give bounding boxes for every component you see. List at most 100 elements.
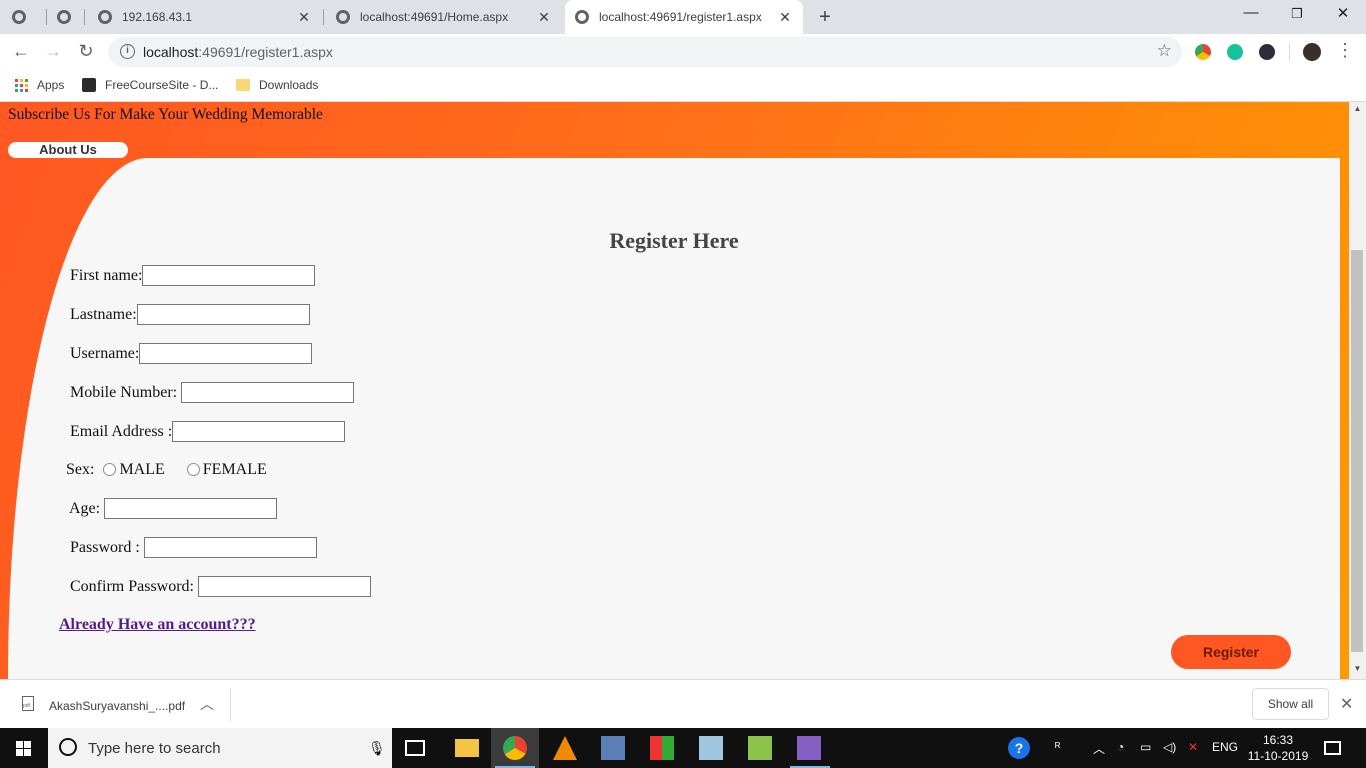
scroll-down-arrow-icon[interactable]: ▼ xyxy=(1349,664,1366,673)
email-label: Email Address : xyxy=(70,422,173,440)
close-icon[interactable]: ✕ xyxy=(536,9,552,26)
address-bar[interactable]: i localhost:49691/register1.aspx ☆ xyxy=(108,37,1182,67)
minimize-button[interactable]: — xyxy=(1241,4,1261,21)
confirm-password-input[interactable] xyxy=(198,576,371,597)
bookmark-apps[interactable]: Apps xyxy=(15,78,64,92)
page-scrollbar[interactable]: ▲ ▼ xyxy=(1349,102,1366,679)
extension-icon-1[interactable] xyxy=(1195,44,1211,60)
download-file-name[interactable]: AkashSuryavanshi_....pdf xyxy=(49,699,185,713)
register-button[interactable]: Register xyxy=(1171,635,1291,669)
bookmark-label: Apps xyxy=(37,78,65,92)
bookmark-freecoursesite[interactable]: FreeCourseSite - D... xyxy=(82,78,218,92)
window-close-button[interactable]: ✕ xyxy=(1333,4,1353,22)
globe-icon xyxy=(98,10,112,24)
excel-icon[interactable] xyxy=(748,736,772,760)
url-text[interactable]: localhost:49691/register1.aspx xyxy=(143,44,333,60)
task-view-icon[interactable] xyxy=(405,740,425,756)
chrome-icon[interactable] xyxy=(503,736,527,760)
site-icon xyxy=(82,78,96,92)
password-label: Password : xyxy=(70,538,140,556)
male-radio[interactable] xyxy=(103,462,117,476)
forward-button[interactable]: → xyxy=(42,41,64,62)
close-icon[interactable]: ✕ xyxy=(296,9,312,26)
password-row: Password : xyxy=(70,537,317,558)
female-label: FEMALE xyxy=(202,461,267,478)
clock-time: 16:33 xyxy=(1262,733,1294,747)
app-icon[interactable] xyxy=(650,736,674,760)
visual-studio-icon[interactable] xyxy=(797,736,821,760)
pdf-file-icon xyxy=(22,696,34,711)
tab-192-168-43-1[interactable]: 192.168.43.1 ✕ xyxy=(90,0,322,34)
bookmark-downloads[interactable]: Downloads xyxy=(236,78,318,92)
email-input[interactable] xyxy=(172,421,346,442)
first-name-input[interactable] xyxy=(142,265,316,286)
tab-label: localhost:49691/register1.aspx xyxy=(599,10,762,24)
age-row: Age: xyxy=(69,498,278,519)
reload-button[interactable]: ↻ xyxy=(75,41,97,62)
first-name-row: First name: xyxy=(70,265,316,286)
restore-button[interactable]: ❐ xyxy=(1287,6,1307,22)
back-button[interactable]: ← xyxy=(10,41,32,62)
last-name-row: Lastname: xyxy=(70,304,310,325)
mobile-label: Mobile Number: xyxy=(70,383,178,401)
email-row: Email Address : xyxy=(70,421,346,442)
male-label: MALE xyxy=(119,461,165,478)
bookmark-star-icon[interactable]: ☆ xyxy=(1157,41,1172,61)
scroll-up-arrow-icon[interactable]: ▲ xyxy=(1349,104,1366,113)
windows-start-icon[interactable] xyxy=(16,741,31,756)
language-indicator[interactable]: ENG xyxy=(1212,740,1238,754)
scrollbar-thumb[interactable] xyxy=(1351,250,1363,652)
mobile-input[interactable] xyxy=(181,382,355,403)
volume-icon[interactable]: ◁) xyxy=(1163,740,1176,754)
extension-k-icon[interactable] xyxy=(1259,44,1275,60)
bookmarks-bar: Apps FreeCourseSite - D... Downloads xyxy=(0,70,1366,102)
tab-label: localhost:49691/Home.aspx xyxy=(360,10,509,24)
tab-register[interactable]: localhost:49691/register1.aspx ✕ xyxy=(565,0,803,34)
microphone-icon[interactable]: 🎙 xyxy=(368,740,386,757)
menu-icon[interactable]: ⋮ xyxy=(1334,40,1356,61)
subscribe-text: Subscribe Us For Make Your Wedding Memor… xyxy=(8,106,323,123)
cortana-icon xyxy=(59,738,77,756)
show-all-button[interactable]: Show all xyxy=(1252,688,1329,720)
close-icon[interactable]: ✕ xyxy=(1340,694,1353,714)
chevron-up-icon[interactable]: ︿ xyxy=(1093,740,1105,757)
password-input[interactable] xyxy=(143,537,317,558)
globe-icon xyxy=(57,10,71,24)
profile-avatar[interactable] xyxy=(1303,43,1321,61)
female-radio[interactable] xyxy=(186,462,200,476)
tab-home[interactable]: localhost:49691/Home.aspx ✕ xyxy=(328,0,562,34)
tab-pinned-2[interactable] xyxy=(50,0,84,34)
folder-icon xyxy=(236,79,250,91)
notifications-icon[interactable] xyxy=(1324,741,1341,755)
download-shelf: AkashSuryavanshi_....pdf ︿ Show all ✕ xyxy=(0,679,1366,728)
info-icon[interactable]: i xyxy=(120,44,135,59)
taskbar-search[interactable]: Type here to search 🎙 xyxy=(48,728,392,768)
username-label: Username: xyxy=(70,344,140,362)
grammarly-icon[interactable] xyxy=(1227,44,1243,60)
vlc-icon[interactable] xyxy=(553,736,577,760)
about-us-button[interactable]: About Us xyxy=(8,142,128,158)
new-tab-button[interactable]: + xyxy=(815,6,835,29)
battery-icon[interactable]: ▭ xyxy=(1140,740,1151,754)
confirm-password-row: Confirm Password: xyxy=(70,576,371,597)
confirm-password-label: Confirm Password: xyxy=(70,577,194,595)
already-have-account-link[interactable]: Already Have an account??? xyxy=(59,616,256,634)
sex-row: Sex: MALE FEMALE xyxy=(66,461,267,479)
file-explorer-icon[interactable] xyxy=(455,739,479,757)
chevron-up-icon[interactable]: ︿ xyxy=(200,694,214,714)
username-input[interactable] xyxy=(139,343,313,364)
people-icon[interactable]: ᴿ xyxy=(1055,740,1060,754)
close-icon[interactable]: ✕ xyxy=(777,9,793,26)
age-input[interactable] xyxy=(104,498,278,519)
system-clock[interactable]: 16:33 11-10-2019 xyxy=(1240,732,1316,764)
last-name-input[interactable] xyxy=(136,304,310,325)
globe-icon xyxy=(575,10,589,24)
username-row: Username: xyxy=(70,343,313,364)
url-path: :49691/register1.aspx xyxy=(198,44,333,60)
remote-desktop-icon[interactable] xyxy=(601,736,625,760)
globe-icon xyxy=(12,10,26,24)
wifi-off-icon[interactable]: ✕ xyxy=(1188,740,1198,754)
network-icon[interactable]: ◔ xyxy=(1117,740,1124,754)
help-icon[interactable]: ? xyxy=(1008,737,1030,759)
notepad-icon[interactable] xyxy=(699,736,723,760)
